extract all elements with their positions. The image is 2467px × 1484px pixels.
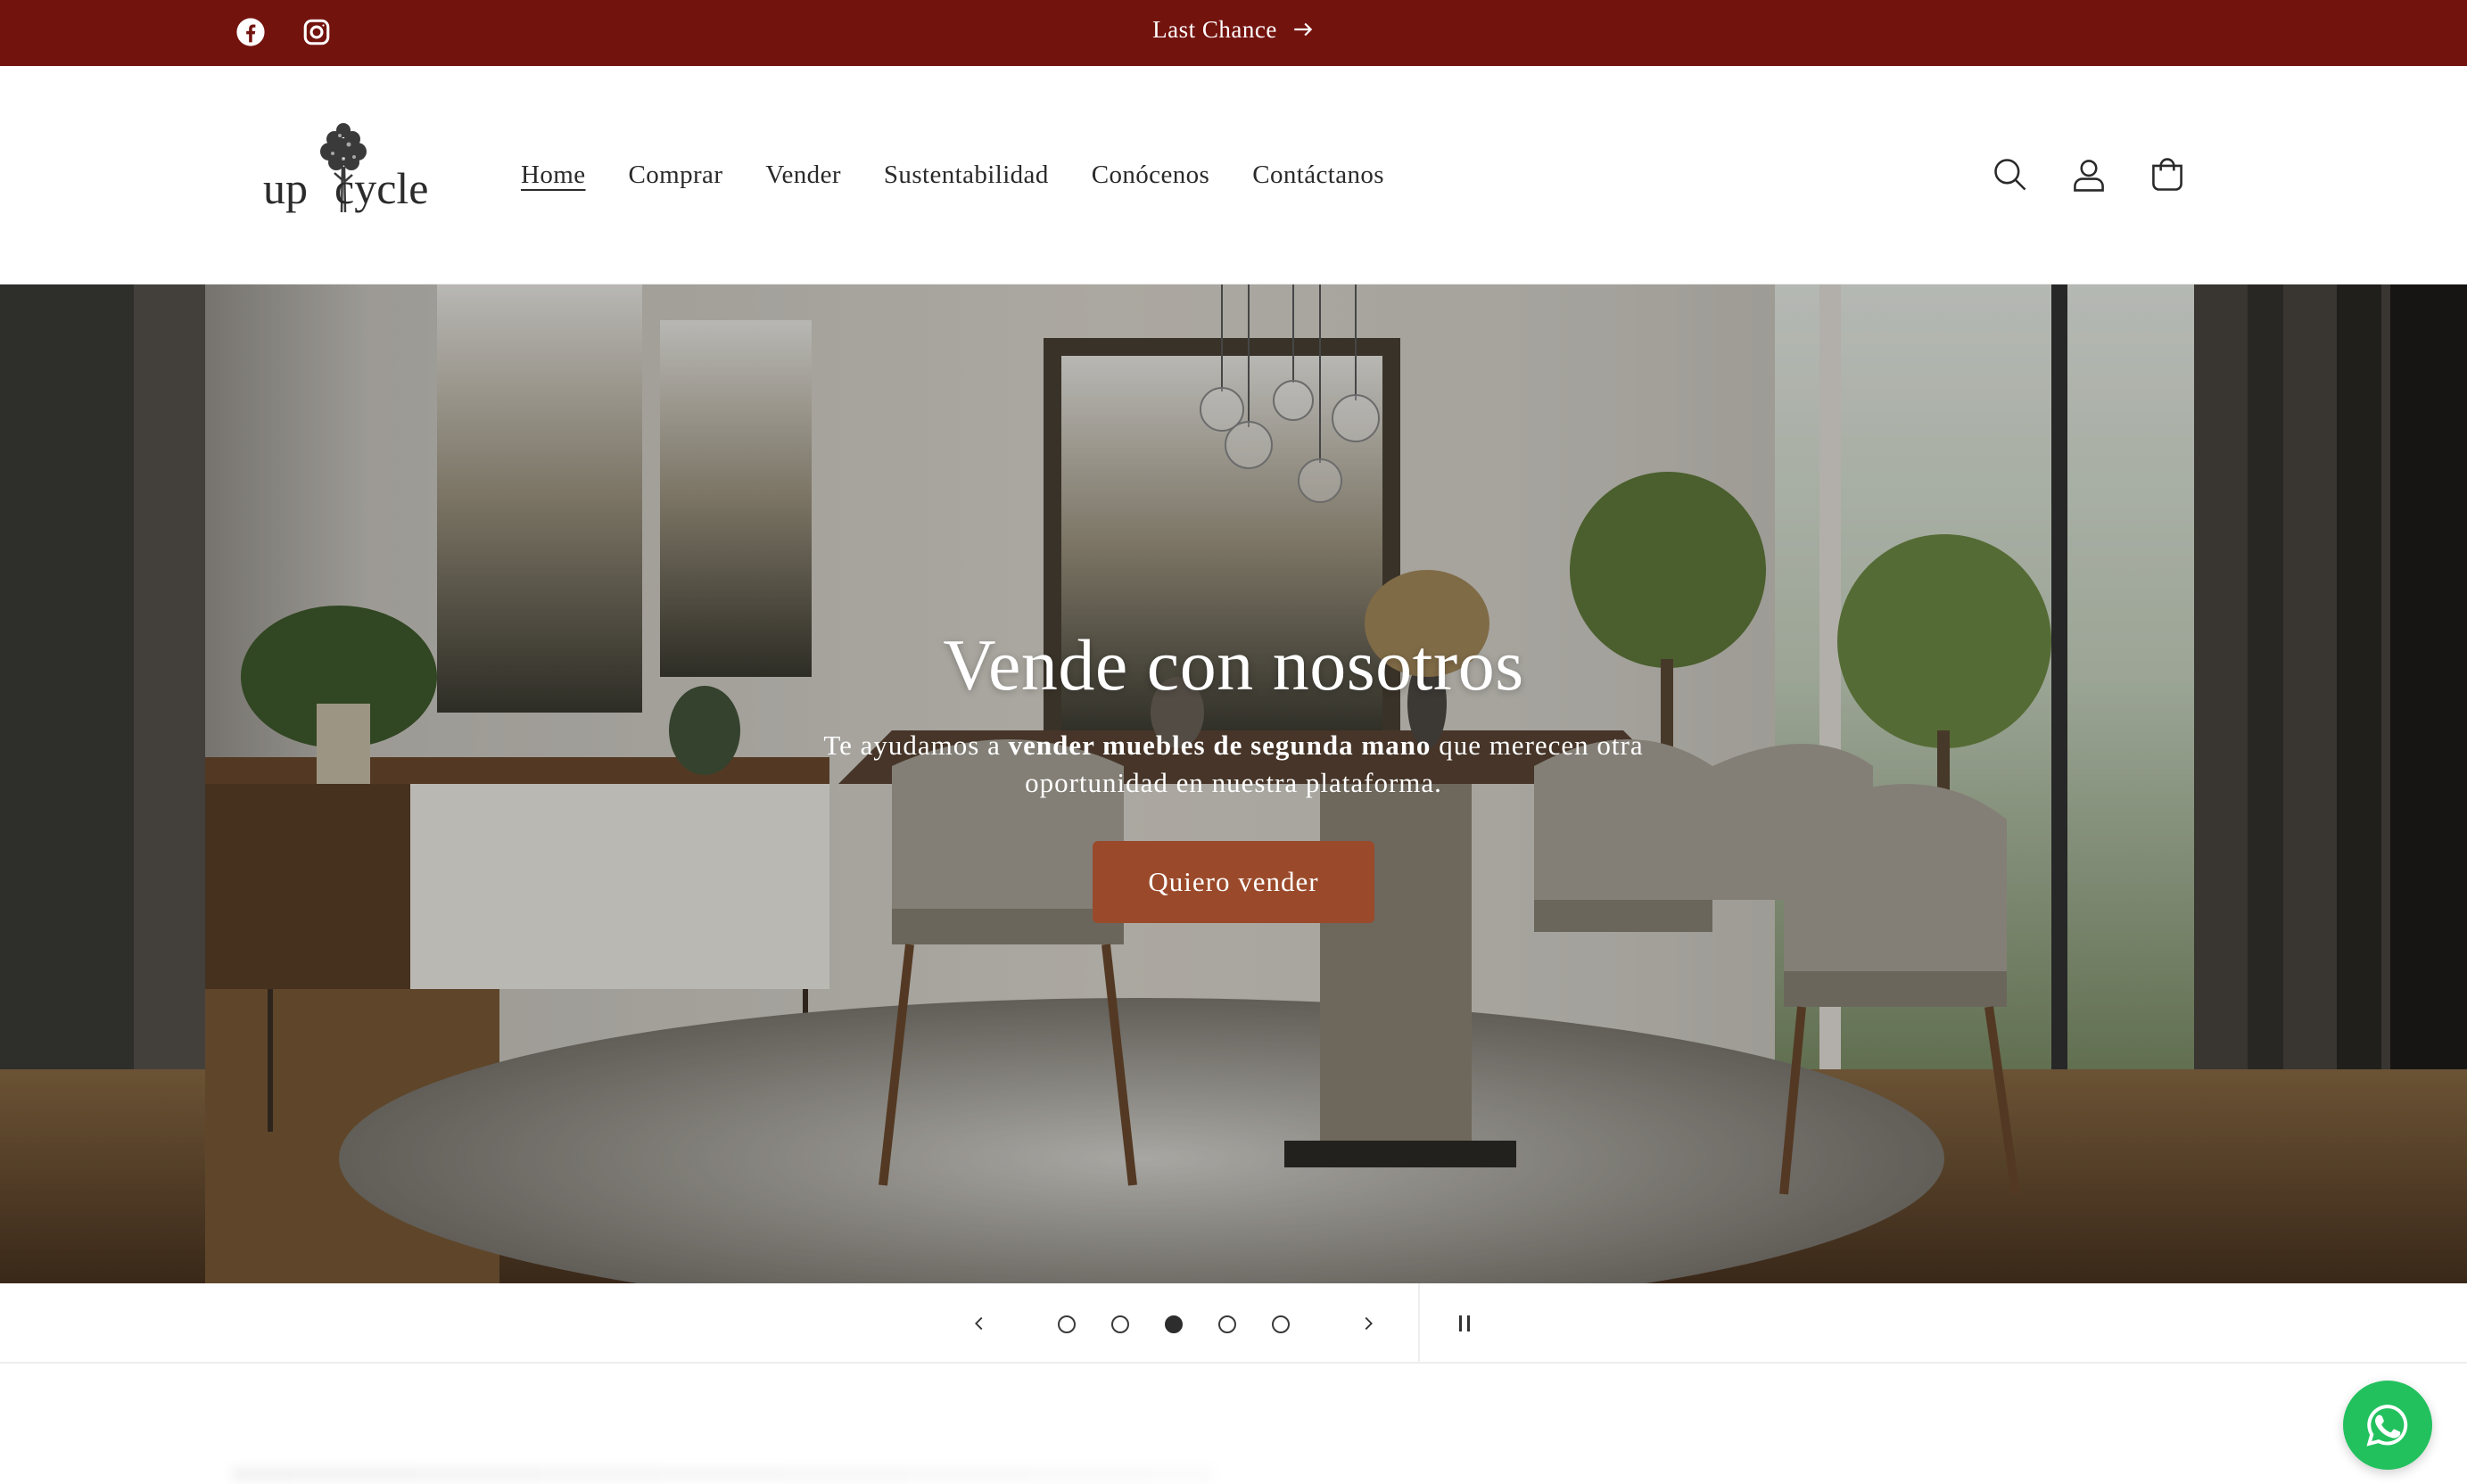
nav-sustentabilidad[interactable]: Sustentabilidad <box>862 150 1070 201</box>
nav-contactanos[interactable]: Contáctanos <box>1231 150 1406 201</box>
slider-controls <box>0 1283 2467 1364</box>
nav-home[interactable]: Home <box>499 150 606 201</box>
quiero-vender-button[interactable]: Quiero vender <box>1093 841 1374 923</box>
chevron-right-icon[interactable] <box>1350 1306 1386 1341</box>
hero-banner: Vende con nosotros Te ayudamos a vender … <box>0 284 2467 1283</box>
announcement-link[interactable]: Last Chance <box>0 0 2467 59</box>
logo-text-cycle: cycle <box>334 163 429 213</box>
slide-dot-4[interactable] <box>1218 1315 1236 1333</box>
slide-dot-5[interactable] <box>1272 1315 1290 1333</box>
main-nav: Home Comprar Vender Sustentabilidad Conó… <box>499 66 1406 284</box>
pause-icon[interactable] <box>1447 1306 1482 1341</box>
announcement-text: Last Chance <box>1152 15 1277 43</box>
announcement-bar: Last Chance <box>0 0 2467 66</box>
search-icon[interactable] <box>1984 148 2037 202</box>
hero-text-bold: vender muebles de segunda mano <box>1008 730 1432 761</box>
slide-dot-3[interactable] <box>1165 1315 1183 1333</box>
hero-content: Vende con nosotros Te ayudamos a vender … <box>0 623 2467 923</box>
hero-text-before: Te ayudamos a <box>823 730 1009 761</box>
logo[interactable]: up cycle <box>263 118 428 229</box>
hero-title: Vende con nosotros <box>943 624 1524 705</box>
nav-comprar[interactable]: Comprar <box>606 150 744 201</box>
account-icon[interactable] <box>2062 148 2116 202</box>
arrow-right-icon <box>1294 22 1313 37</box>
logo-text-up: up <box>263 163 308 213</box>
site-header: up cycle Home Comprar Vender Sustentabil… <box>0 66 2467 284</box>
nav-vender[interactable]: Vender <box>744 150 862 201</box>
cart-icon[interactable] <box>2141 148 2194 202</box>
next-section <box>0 1364 2467 1484</box>
next-section-fade <box>232 1467 1213 1481</box>
whatsapp-icon[interactable] <box>2343 1381 2432 1470</box>
controls-divider <box>1418 1283 1420 1364</box>
nav-conocenos[interactable]: Conócenos <box>1070 150 1231 201</box>
hero-description: Te ayudamos a vender muebles de segunda … <box>805 727 1662 802</box>
chevron-left-icon[interactable] <box>961 1306 997 1341</box>
slide-dot-1[interactable] <box>1058 1315 1076 1333</box>
slide-dot-2[interactable] <box>1111 1315 1129 1333</box>
